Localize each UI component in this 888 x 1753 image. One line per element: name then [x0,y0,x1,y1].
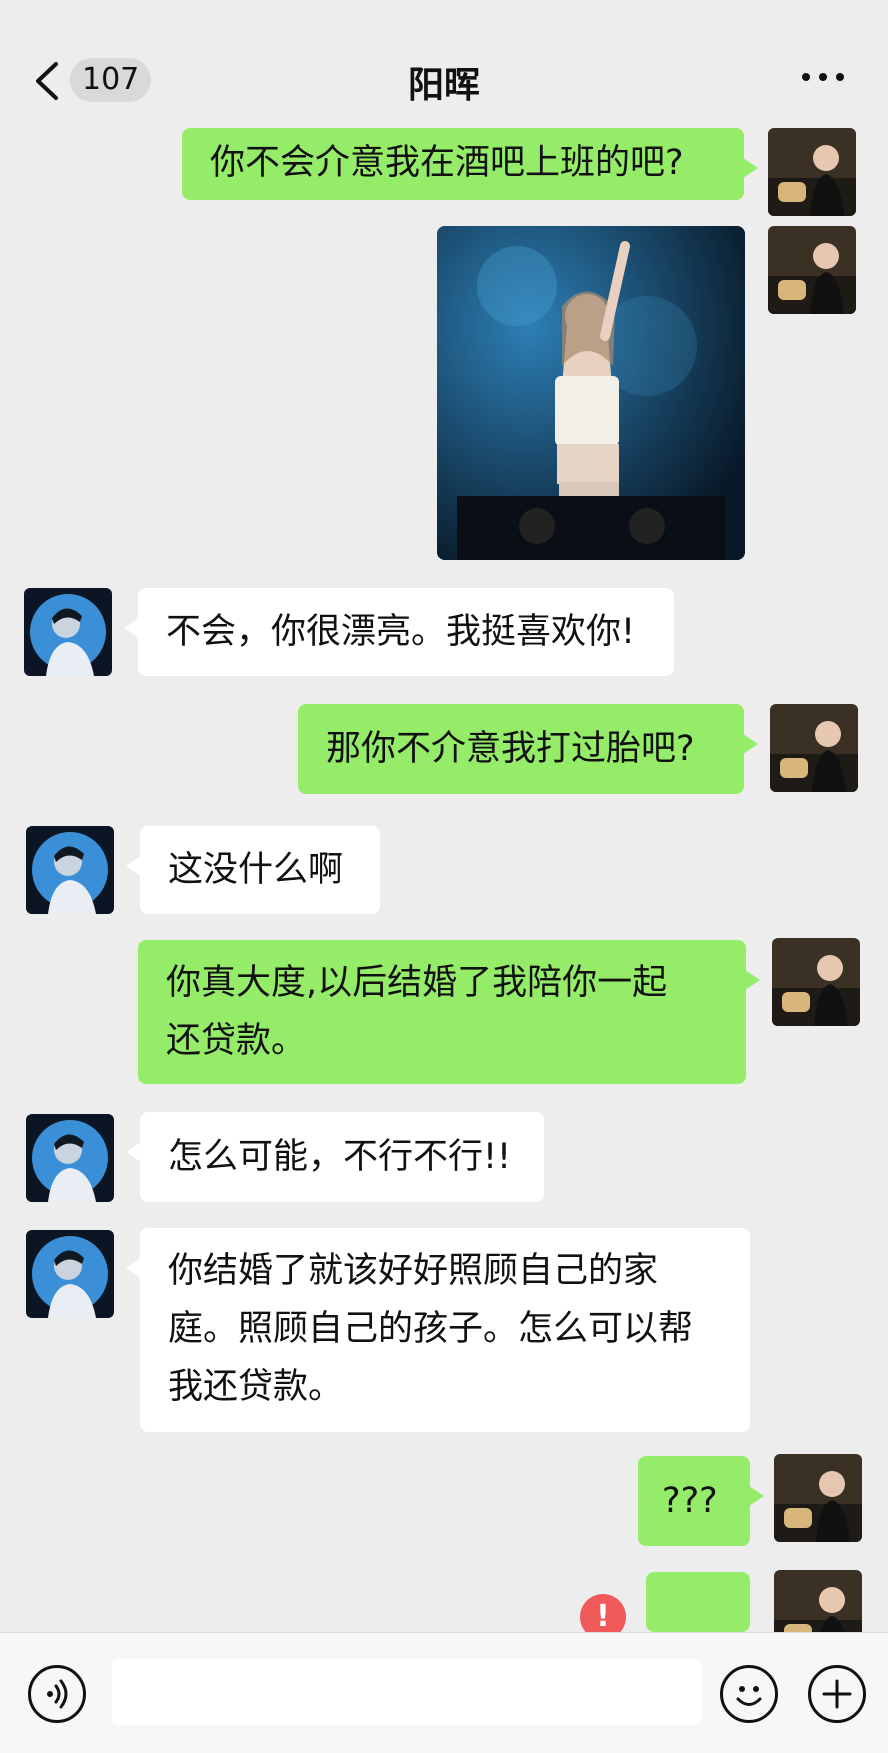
message-bubble-sent[interactable]: 那你不介意我打过胎吧? [298,704,758,794]
message-input[interactable] [112,1659,702,1725]
add-button[interactable] [808,1665,866,1723]
more-dots-icon [802,73,844,81]
chat-header: 107 阳晖 [0,0,888,140]
contact-avatar[interactable] [26,826,114,914]
message-bubble-received[interactable]: 你结婚了就该好好照顾自己的家 庭。照顾自己的孩子。怎么可以帮 我还贷款。 [126,1228,750,1432]
my-avatar[interactable] [770,704,858,792]
my-avatar[interactable] [768,226,856,314]
my-avatar[interactable] [772,938,860,1026]
message-bubble-received[interactable]: 这没什么啊 [126,826,380,914]
emoji-icon [736,1686,762,1706]
contact-avatar[interactable] [24,588,112,676]
contact-avatar[interactable] [26,1230,114,1318]
my-avatar[interactable] [774,1570,862,1632]
voice-button[interactable] [28,1665,86,1723]
message-bubble-sent[interactable]: ??? [638,1456,764,1546]
emoji-button[interactable] [720,1665,778,1723]
chat-title: 阳晖 [407,65,480,106]
voice-icon [47,1679,68,1709]
more-button[interactable] [798,62,848,92]
contact-avatar[interactable] [26,1114,114,1202]
input-bar [0,1632,888,1753]
message-bubble-sent[interactable]: 你真大度,以后结婚了我陪你一起 还贷款。 [138,940,760,1084]
my-avatar[interactable] [774,1454,862,1542]
image-message[interactable] [437,226,745,560]
my-avatar[interactable] [768,128,856,216]
message-bubble-sent[interactable]: 你不会介意我在酒吧上班的吧? [182,128,758,200]
plus-icon [822,1679,852,1709]
message-bubble-received[interactable]: 不会，你很漂亮。我挺喜欢你! [124,588,674,676]
message-bubble-received[interactable]: 怎么可能，不行不行!! [126,1112,544,1202]
message-bubble-sent-emoji[interactable]: 🤭 [646,1572,750,1632]
